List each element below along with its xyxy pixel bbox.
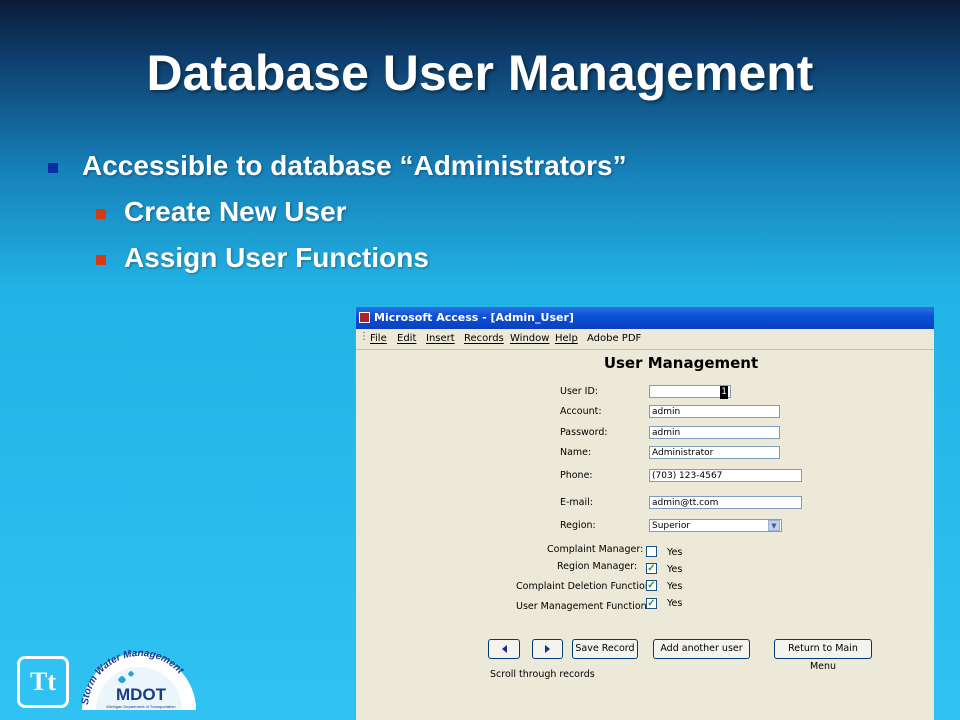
- region-value: Superior: [652, 521, 691, 531]
- bullet-marker-1: [48, 163, 58, 173]
- slide-title: Database User Management: [146, 45, 814, 101]
- mdot-text: MDOT: [116, 685, 167, 704]
- tt-logo-text: Tt: [30, 667, 56, 696]
- complaint-deletion-yes: Yes: [667, 581, 683, 592]
- user-id-field[interactable]: 1: [649, 385, 731, 399]
- email-field[interactable]: admin@tt.com: [649, 496, 802, 509]
- region-select[interactable]: Superior ▼: [649, 519, 782, 532]
- region-manager-checkbox[interactable]: ✓: [646, 563, 657, 574]
- scroll-hint: Scroll through records: [490, 669, 595, 680]
- user-management-label: User Management Function:: [516, 601, 650, 612]
- form-title: User Management: [603, 354, 759, 372]
- region-manager-label: Region Manager:: [557, 561, 638, 572]
- return-main-menu-button[interactable]: Return to Main Menu: [774, 639, 872, 672]
- phone-field[interactable]: (703) 123-4567: [649, 469, 802, 482]
- arrow-right-icon: [545, 644, 550, 653]
- bullet-assign-functions: Assign User Functions: [124, 242, 429, 273]
- menu-records[interactable]: Records: [464, 329, 504, 349]
- password-label: Password:: [560, 427, 608, 438]
- name-label: Name:: [560, 447, 592, 458]
- complaint-deletion-checkbox[interactable]: ✓: [646, 580, 657, 591]
- email-label: E-mail:: [560, 497, 593, 508]
- previous-record-button[interactable]: [488, 639, 520, 659]
- region-manager-yes: Yes: [667, 564, 683, 575]
- next-record-button[interactable]: [532, 639, 563, 659]
- mdot-subtext: Michigan Department of Transportation: [106, 704, 175, 709]
- storm-water-management-logo: Storm Water Management MDOT Michigan Dep…: [80, 648, 196, 710]
- menu-adobe-pdf[interactable]: Adobe PDF: [587, 329, 641, 349]
- window-titlebar[interactable]: Microsoft Access - [Admin_User]: [356, 307, 934, 329]
- checkmark-icon: ✓: [647, 580, 656, 591]
- user-management-yes: Yes: [667, 598, 683, 609]
- bullet-marker-2: [96, 209, 106, 219]
- menu-window[interactable]: Window: [510, 329, 549, 349]
- menu-edit[interactable]: Edit: [397, 329, 416, 349]
- menu-file[interactable]: File: [370, 329, 387, 349]
- checkmark-icon: ✓: [647, 563, 656, 574]
- save-record-button[interactable]: Save Record: [572, 639, 638, 659]
- add-user-button[interactable]: Add another user: [653, 639, 750, 659]
- name-field[interactable]: Administrator: [649, 446, 780, 459]
- window-title: Microsoft Access - [Admin_User]: [374, 311, 574, 324]
- menu-help[interactable]: Help: [555, 329, 578, 349]
- checkmark-icon: ✓: [647, 598, 656, 609]
- phone-label: Phone:: [560, 470, 593, 481]
- access-app-icon: [359, 312, 370, 323]
- tetra-tech-logo: Tt: [17, 656, 69, 708]
- password-field[interactable]: admin: [649, 426, 780, 439]
- bullet-create-user: Create New User: [124, 196, 347, 227]
- bullet-accessible: Accessible to database “Administrators”: [82, 150, 627, 181]
- menu-insert[interactable]: Insert: [426, 329, 455, 349]
- account-field[interactable]: admin: [649, 405, 780, 418]
- menu-bar: ⋮ File Edit Insert Records Window Help A…: [356, 329, 934, 350]
- user-id-label: User ID:: [560, 386, 598, 397]
- region-label: Region:: [560, 520, 596, 531]
- user-id-value: 1: [720, 386, 728, 399]
- complaint-deletion-label: Complaint Deletion Function:: [516, 581, 655, 592]
- toolbar-grip-icon[interactable]: ⋮: [359, 332, 369, 342]
- access-window: Microsoft Access - [Admin_User] ⋮ File E…: [355, 307, 934, 720]
- user-management-checkbox[interactable]: ✓: [646, 598, 657, 609]
- account-label: Account:: [560, 406, 602, 417]
- complaint-manager-yes: Yes: [667, 547, 683, 558]
- arrow-left-icon: [501, 644, 507, 653]
- chevron-down-icon[interactable]: ▼: [768, 520, 780, 531]
- complaint-manager-label: Complaint Manager:: [547, 544, 644, 555]
- complaint-manager-checkbox[interactable]: [646, 546, 657, 557]
- bullet-marker-3: [96, 255, 106, 265]
